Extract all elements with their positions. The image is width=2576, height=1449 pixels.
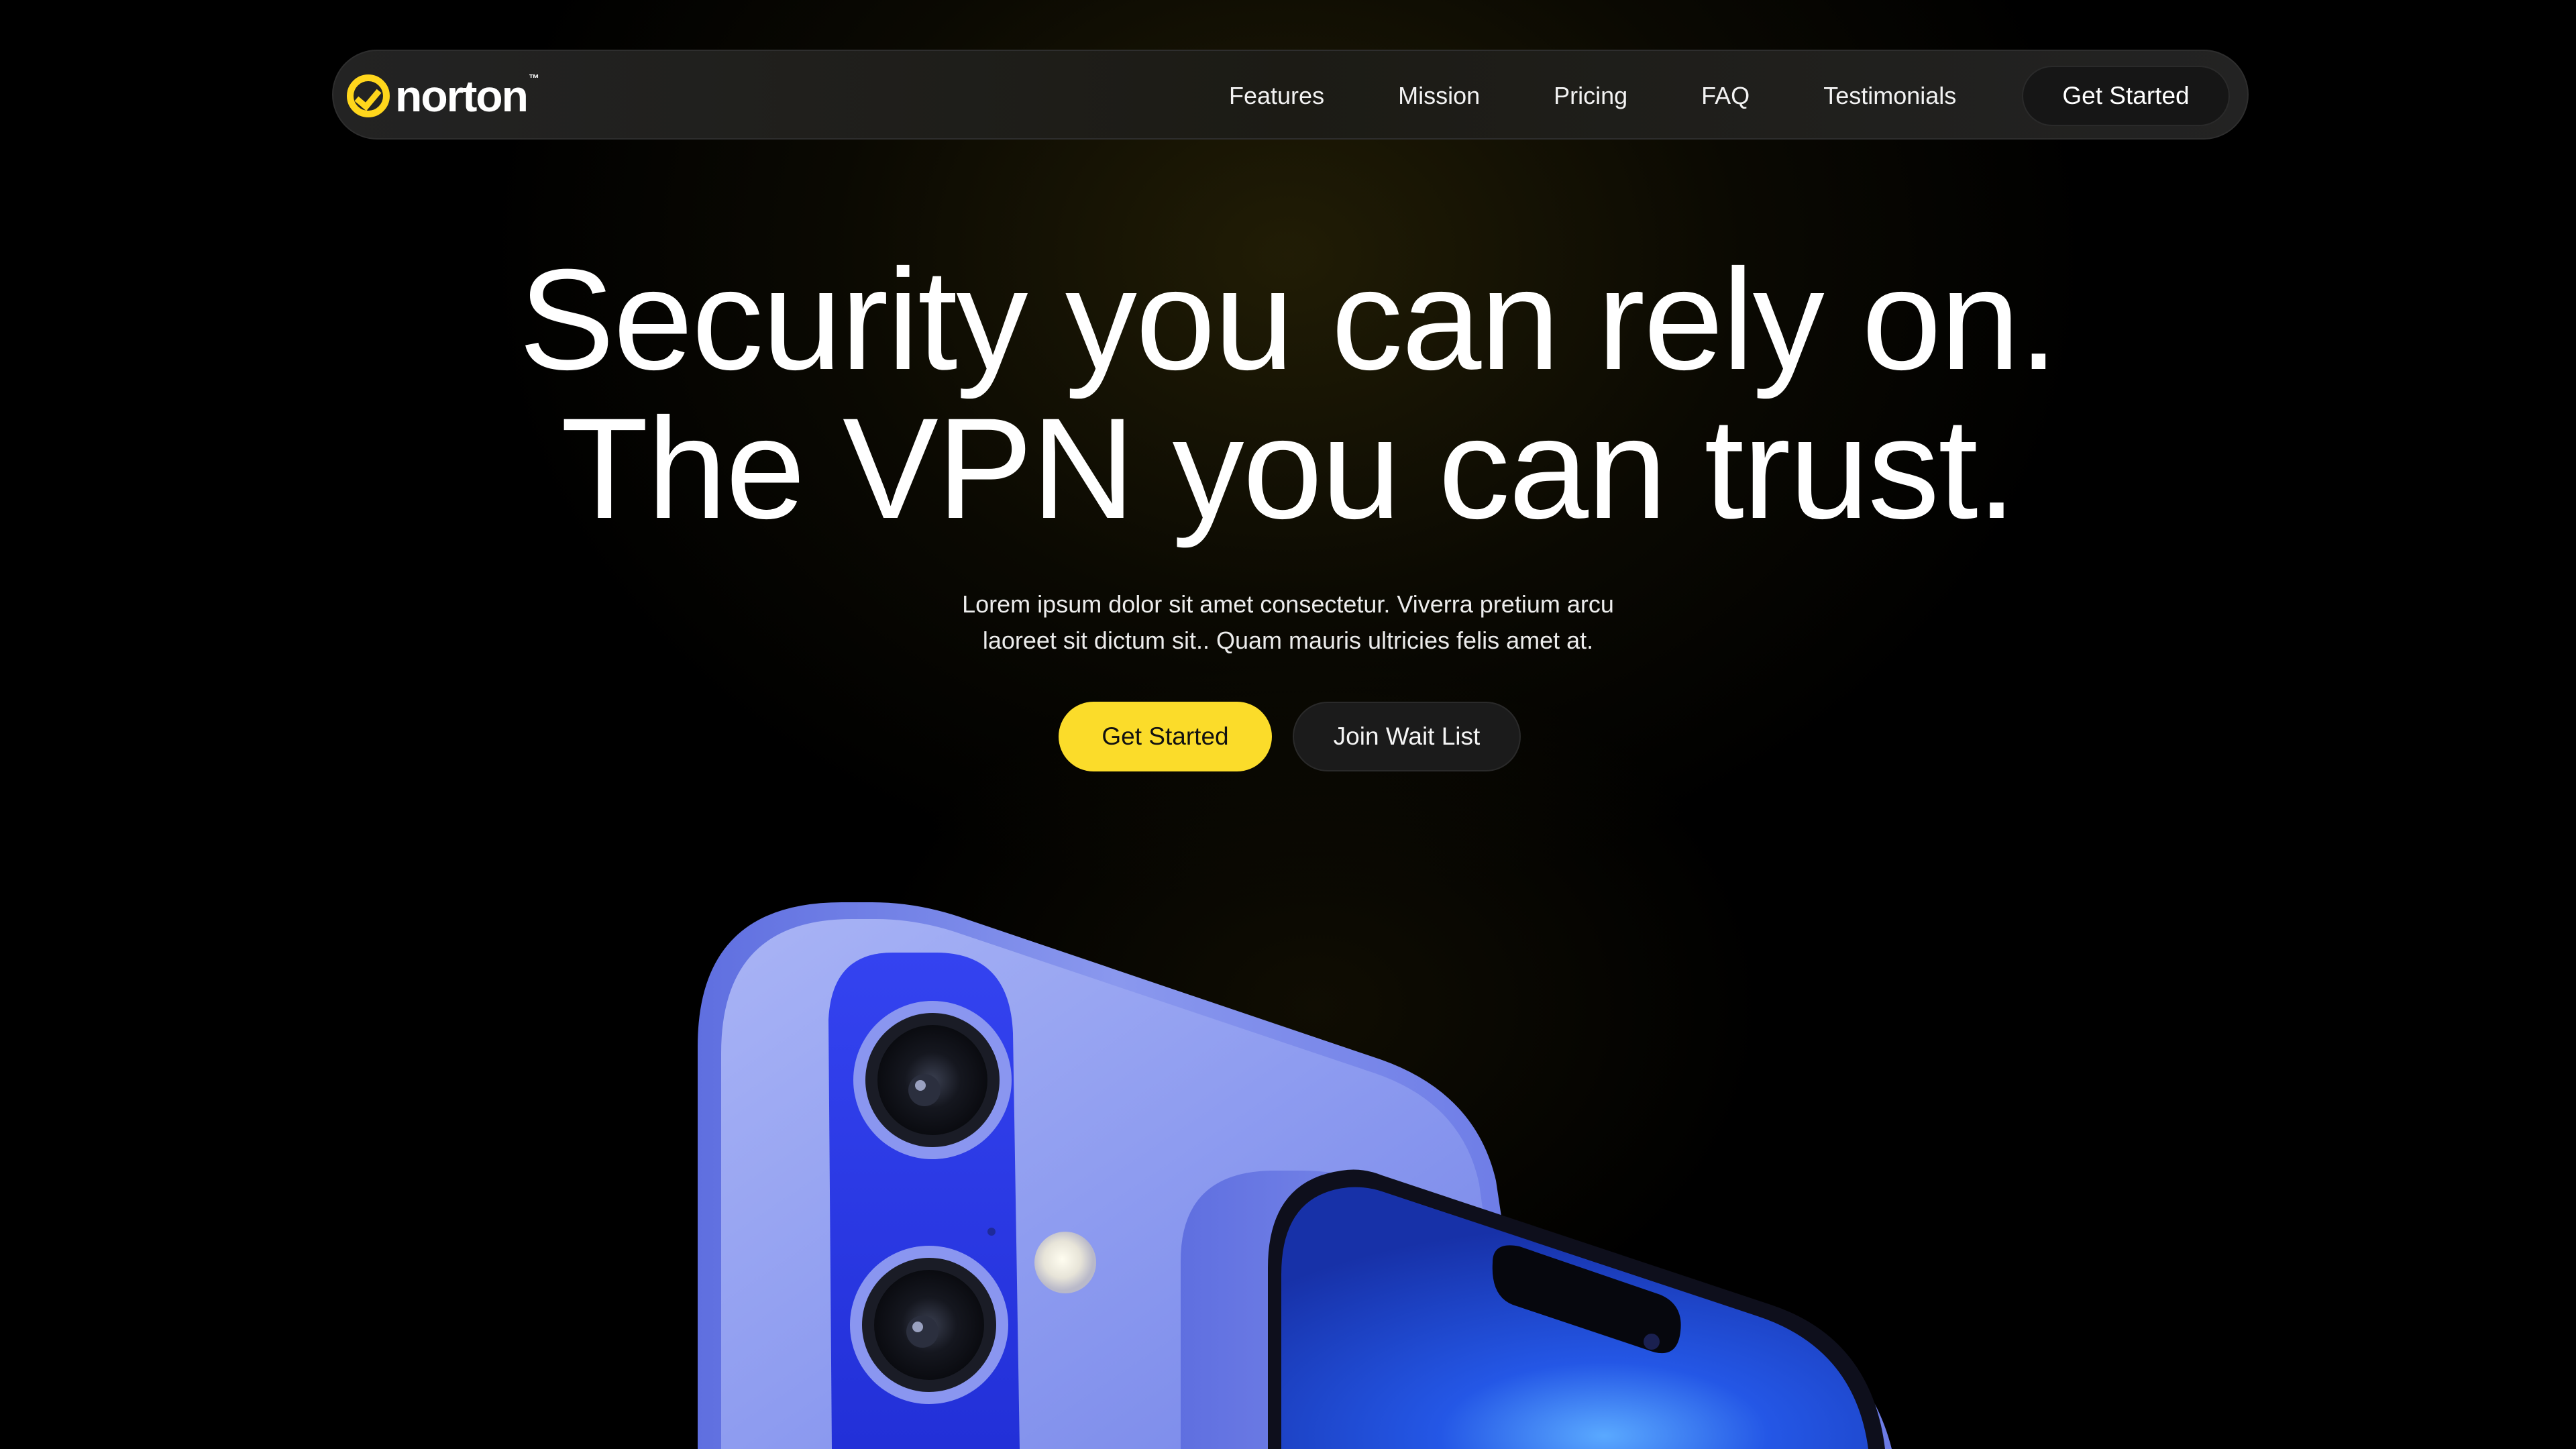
- nav-get-started-button[interactable]: Get Started: [2022, 66, 2230, 126]
- nav-link-testimonials[interactable]: Testimonials: [1823, 82, 1956, 110]
- nav-link-pricing[interactable]: Pricing: [1554, 82, 1627, 110]
- nav-links: Features Mission Pricing FAQ Testimonial…: [1229, 51, 1956, 141]
- hero-subtitle: Lorem ipsum dolor sit amet consectetur. …: [885, 586, 1690, 659]
- hero-subtitle-line-2: laoreet sit dictum sit.. Quam mauris ult…: [982, 627, 1594, 654]
- checkmark-logo-icon: [347, 74, 390, 117]
- nav-link-mission[interactable]: Mission: [1398, 82, 1480, 110]
- nav-link-features[interactable]: Features: [1229, 82, 1324, 110]
- phone-illustration: [698, 902, 1892, 1449]
- front-phone: [1181, 1169, 1892, 1449]
- hero-subtitle-line-1: Lorem ipsum dolor sit amet consectetur. …: [962, 590, 1614, 618]
- hero-get-started-button[interactable]: Get Started: [1059, 702, 1272, 771]
- hero-title-line-1: Security you can rely on.: [519, 239, 2058, 400]
- back-phone: [698, 902, 1536, 1449]
- nav-link-faq[interactable]: FAQ: [1701, 82, 1750, 110]
- hero-title-line-2: The VPN you can trust.: [560, 388, 2017, 549]
- logo-wordmark: norton ™: [395, 71, 539, 121]
- top-navbar: norton ™ Features Mission Pricing FAQ Tes…: [332, 50, 2249, 140]
- join-wait-list-button[interactable]: Join Wait List: [1293, 702, 1521, 771]
- landing-page: norton ™ Features Mission Pricing FAQ Tes…: [0, 0, 2576, 1449]
- norton-logo[interactable]: norton ™: [347, 71, 539, 121]
